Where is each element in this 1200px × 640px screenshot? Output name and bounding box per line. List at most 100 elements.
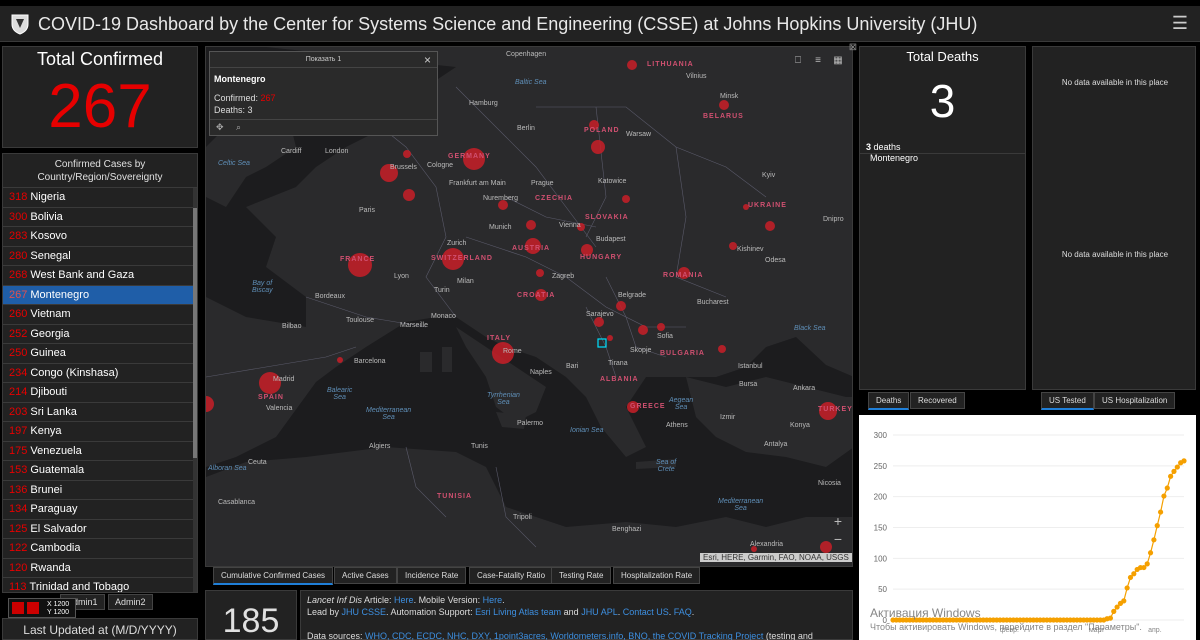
list-item[interactable]: 300 Bolivia <box>3 208 195 227</box>
map-city-label: Brussels <box>390 164 417 171</box>
chart-y-tick: 300 <box>874 431 888 440</box>
list-item[interactable]: 175 Venezuela <box>3 442 195 461</box>
list-item[interactable]: 113 Trinidad and Tobago <box>3 578 195 593</box>
list-item[interactable]: 318 Nigeria <box>3 188 195 208</box>
map-country-label: ALBANIA <box>600 376 639 383</box>
tab-cumulative-confirmed[interactable]: Cumulative Confirmed Cases <box>213 567 334 585</box>
tab-testing-rate[interactable]: Testing Rate <box>551 567 612 584</box>
jhu-csse-link[interactable]: JHU CSSE <box>342 607 387 617</box>
legend-icon[interactable]: ≡ <box>810 53 826 69</box>
tab-admin2[interactable]: Admin2 <box>108 594 153 610</box>
list-item-count: 318 <box>9 191 28 203</box>
tab-incidence-rate[interactable]: Incidence Rate <box>397 567 467 584</box>
map-city-label: Rome <box>503 348 522 355</box>
map-sea-label: Celtic Sea <box>218 160 250 167</box>
overlay-icon-2 <box>27 602 39 614</box>
list-item[interactable]: 153 Guatemala <box>3 461 195 481</box>
map-city-label: Bucharest <box>697 299 729 306</box>
chart-point <box>1157 509 1164 515</box>
map-country-label: POLAND <box>584 127 620 134</box>
case-list-scrollbar[interactable] <box>193 188 197 592</box>
map-country-label: GERMANY <box>448 153 491 160</box>
mobile-link[interactable]: Here <box>483 595 503 605</box>
scrollbar-thumb[interactable] <box>193 208 197 458</box>
zoom-out-icon[interactable]: − <box>830 531 846 547</box>
hamburger-menu-icon[interactable]: ☰ <box>1172 13 1188 34</box>
map-sea-label: Balearic Sea <box>327 387 353 401</box>
map-country-label: ITALY <box>487 335 512 342</box>
list-item-country: Guinea <box>30 347 66 359</box>
map-city-label: Kyiv <box>762 172 776 179</box>
map-city-label: Hamburg <box>469 100 498 107</box>
list-item[interactable]: 268 West Bank and Gaza <box>3 266 195 286</box>
list-item-country: Trinidad and Tobago <box>29 581 130 593</box>
map-city-label: Milan <box>457 278 474 285</box>
data-sources-link[interactable]: WHO, CDC, ECDC, NHC, DXY, 1point3acres, … <box>365 631 763 640</box>
list-item[interactable]: 134 Paraguay <box>3 500 195 520</box>
list-item[interactable]: 260 Vietnam <box>3 305 195 325</box>
list-item[interactable]: 203 Sri Lanka <box>3 403 195 422</box>
chart-y-tick: 50 <box>878 585 887 594</box>
list-item[interactable]: 125 El Salvador <box>3 520 195 539</box>
bookmark-icon[interactable]: ⎕ <box>790 53 806 69</box>
list-item-count: 283 <box>9 230 28 242</box>
list-item-country: Kosovo <box>30 230 68 242</box>
jhu-apl-link[interactable]: JHU APL <box>581 607 618 617</box>
list-item[interactable]: 234 Congo (Kinshasa) <box>3 364 195 383</box>
t-4: Lead by <box>307 607 342 617</box>
chart-point <box>1111 608 1117 614</box>
map-city-label: Monaco <box>431 313 456 320</box>
pan-icon[interactable]: ✥ <box>216 122 224 133</box>
map-city-label: London <box>325 148 349 155</box>
popup-confirmed-value: 267 <box>260 93 276 103</box>
tab-case-fatality[interactable]: Case-Fatality Ratio <box>469 567 554 584</box>
list-item-country: Djibouti <box>30 386 68 398</box>
lancet-label: Lancet Inf Dis <box>307 595 363 605</box>
chart-point <box>1131 571 1137 577</box>
zoom-in-icon[interactable]: + <box>830 513 846 529</box>
list-item-country: Montenegro <box>30 288 90 301</box>
list-item[interactable]: 280 Senegal <box>3 247 195 266</box>
faq-link[interactable]: FAQ <box>674 607 692 617</box>
map-sea-label: Baltic Sea <box>515 79 547 86</box>
list-item[interactable]: 252 Georgia <box>3 325 195 344</box>
zoom-to-icon[interactable]: ⌕ <box>236 122 241 133</box>
list-item-count: 214 <box>9 386 28 398</box>
chart-x-tick: апр. <box>1148 627 1162 634</box>
list-item[interactable]: 197 Kenya <box>3 422 195 442</box>
map-country-label: UKRAINE <box>748 202 787 209</box>
map-city-label: Paris <box>359 207 375 214</box>
list-item[interactable]: 120 Rwanda <box>3 559 195 578</box>
tab-hospitalization-rate[interactable]: Hospitalization Rate <box>613 567 701 584</box>
list-item[interactable]: 283 Kosovo <box>3 227 195 247</box>
t-10: Data sources: <box>307 631 366 640</box>
overlay-icon <box>12 602 24 614</box>
map-city-label: Algiers <box>369 443 391 450</box>
tab-deaths[interactable]: Deaths <box>868 392 910 410</box>
map-city-label: Madrid <box>273 376 295 383</box>
list-item[interactable]: 214 Djibouti <box>3 383 195 403</box>
chart-series-line <box>893 460 1185 621</box>
chart-point <box>1107 615 1114 621</box>
popup-header: Показать 1 <box>210 52 437 68</box>
total-deaths-panel: Total Deaths 3 3 deaths Montenegro <box>859 46 1026 390</box>
list-item-country: Congo (Kinshasa) <box>30 366 119 379</box>
list-item[interactable]: 267 Montenegro <box>3 285 195 305</box>
contact-link[interactable]: Contact US <box>623 607 669 617</box>
tab-active-cases[interactable]: Active Cases <box>334 567 397 584</box>
map-country-label: BULGARIA <box>660 350 705 357</box>
tab-recovered[interactable]: Recovered <box>910 392 965 409</box>
map-country-label: CROATIA <box>517 292 556 299</box>
map-city-label: Tripoli <box>513 514 532 521</box>
tab-us-hospitalization[interactable]: US Hospitalization <box>1094 392 1176 409</box>
esri-link[interactable]: Esri Living Atlas team <box>475 607 561 617</box>
map-city-label: Cologne <box>427 162 454 169</box>
list-item[interactable]: 250 Guinea <box>3 344 195 364</box>
close-icon[interactable]: × <box>424 53 431 67</box>
tab-us-tested[interactable]: US Tested <box>1041 392 1094 410</box>
list-item[interactable]: 136 Brunei <box>3 481 195 500</box>
article-link[interactable]: Here <box>394 595 414 605</box>
list-item[interactable]: 122 Cambodia <box>3 539 195 559</box>
chart-point <box>1144 561 1150 567</box>
basemap-gallery-icon[interactable]: ▦ <box>830 53 846 69</box>
